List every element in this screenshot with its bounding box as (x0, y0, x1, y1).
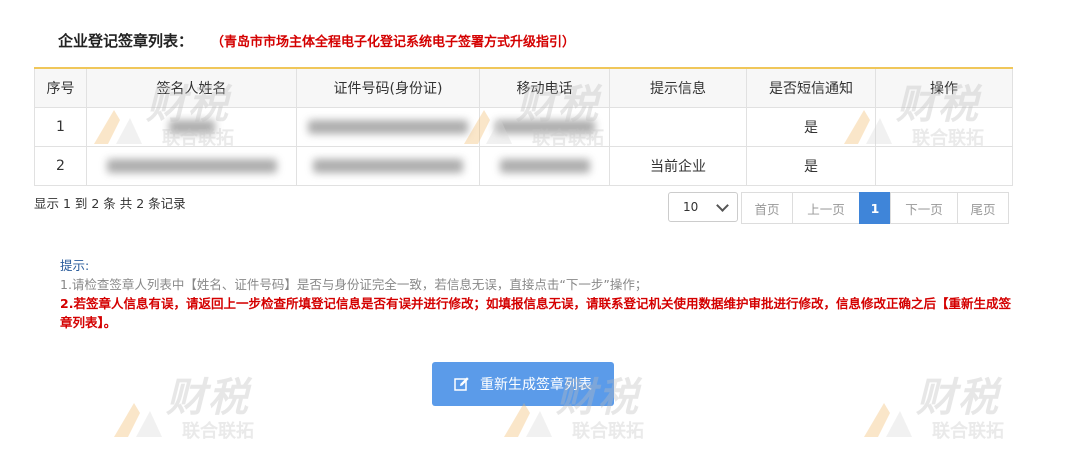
prev-page-button[interactable]: 上一页 (792, 192, 860, 224)
redacted-id (313, 159, 463, 173)
first-page-button[interactable]: 首页 (741, 192, 793, 224)
page-title: 企业登记签章列表： (58, 32, 194, 50)
hint-cell (609, 107, 747, 147)
upgrade-guide-link[interactable]: （青岛市市场主体全程电子化登记系统电子签署方式升级指引） (211, 31, 575, 50)
page-size-value: 10 (683, 200, 699, 214)
phone-cell (479, 107, 610, 147)
col-header-phone: 移动电话 (479, 67, 610, 108)
tips-label: 提示: (60, 258, 90, 273)
phone-cell (479, 146, 610, 186)
table-row: 1 是 (34, 107, 1013, 147)
watermark-subtext: 联合联拓 (932, 421, 1004, 442)
next-page-button[interactable]: 下一页 (890, 192, 958, 224)
hint-cell: 当前企业 (609, 146, 747, 186)
watermark-logo-icon (864, 403, 912, 437)
redacted-phone (499, 159, 590, 173)
tip-line-2: 2.若签章人信息有误，请返回上一步检查所填登记信息是否有误并进行修改；如填报信息… (60, 296, 1011, 330)
sms-cell: 是 (746, 146, 876, 186)
watermark-text: 财税 (166, 374, 250, 421)
id-number-cell (296, 107, 480, 147)
table-row: 2 当前企业 是 (34, 146, 1013, 186)
sms-cell: 是 (746, 107, 876, 147)
col-header-name: 签名人姓名 (86, 67, 297, 108)
redacted-name (168, 120, 215, 134)
col-header-action: 操作 (875, 67, 1013, 108)
redacted-id (308, 120, 468, 134)
row-index: 2 (34, 146, 87, 186)
col-header-sms: 是否短信通知 (746, 67, 876, 108)
last-page-button[interactable]: 尾页 (957, 192, 1009, 224)
tip-line-1: 1.请检查签章人列表中【姓名、证件号码】是否与身份证完全一致，若信息无误，直接点… (60, 277, 648, 292)
col-header-index: 序号 (34, 67, 87, 108)
redacted-phone (494, 120, 595, 134)
signer-name-cell (86, 146, 297, 186)
table-header-row: 序号 签名人姓名 证件号码(身份证) 移动电话 提示信息 是否短信通知 操作 (34, 67, 1013, 108)
regenerate-button-label: 重新生成签章列表 (480, 377, 592, 393)
page-header: 企业登记签章列表： （青岛市市场主体全程电子化登记系统电子签署方式升级指引） (58, 30, 575, 51)
pagination: 首页 上一页 1 下一页 尾页 (741, 192, 1009, 224)
regenerate-signature-list-button[interactable]: 重新生成签章列表 (432, 362, 614, 406)
signer-table: 序号 签名人姓名 证件号码(身份证) 移动电话 提示信息 是否短信通知 操作 1… (34, 67, 1013, 186)
col-header-hint: 提示信息 (609, 67, 747, 108)
page-size-select[interactable]: 10 (668, 192, 738, 222)
chevron-down-icon (716, 198, 729, 212)
redacted-name (106, 159, 277, 173)
watermark-subtext: 联合联拓 (572, 421, 644, 442)
watermark-text: 财税 (916, 374, 1000, 421)
col-header-id: 证件号码(身份证) (296, 67, 480, 108)
watermark: 财税 联合联拓 (110, 365, 280, 455)
action-cell (875, 107, 1013, 147)
row-index: 1 (34, 107, 87, 147)
watermark-logo-icon (114, 403, 162, 437)
signer-name-cell (86, 107, 297, 147)
current-page-button[interactable]: 1 (859, 192, 891, 224)
id-number-cell (296, 146, 480, 186)
record-summary: 显示 1 到 2 条 共 2 条记录 (34, 196, 186, 211)
watermark: 财税 联合联拓 (860, 365, 1030, 455)
tips-block: 提示: 1.请检查签章人列表中【姓名、证件号码】是否与身份证完全一致，若信息无误… (60, 256, 1020, 332)
action-cell (875, 146, 1013, 186)
edit-icon (454, 377, 469, 391)
watermark-subtext: 联合联拓 (182, 421, 254, 442)
